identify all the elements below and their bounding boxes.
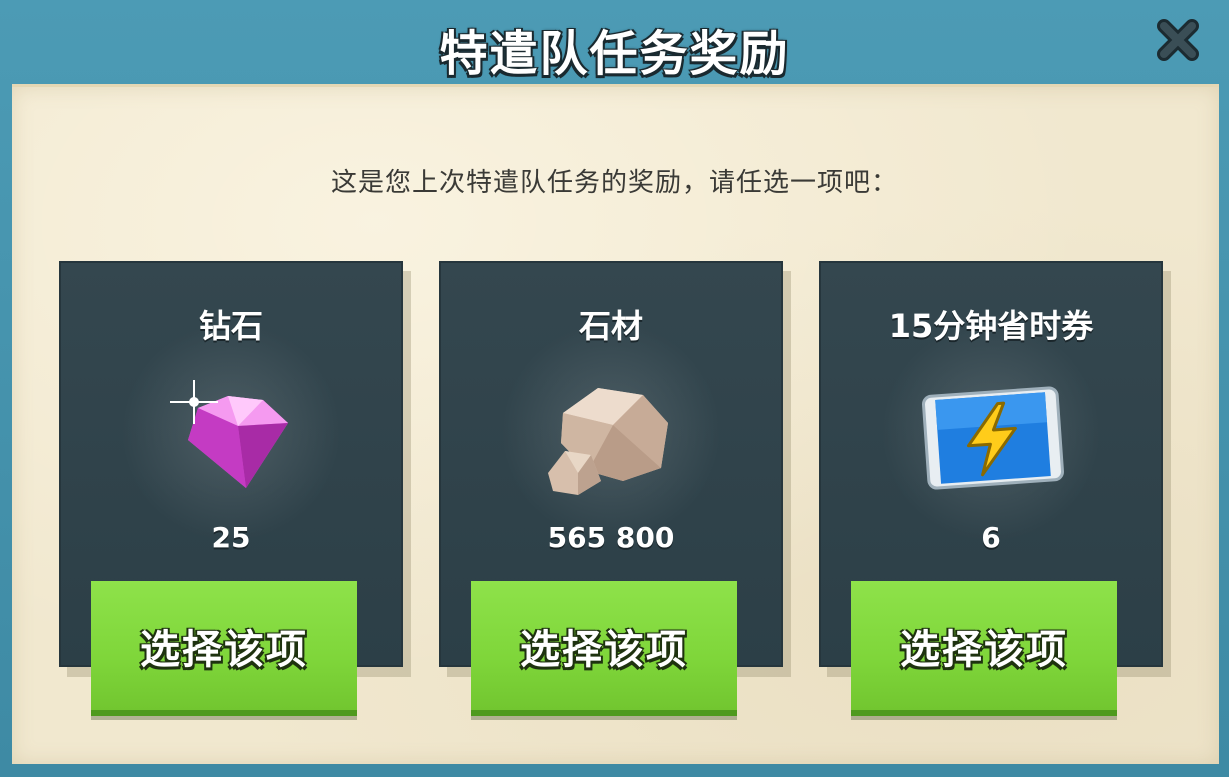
reward-amount: 25 xyxy=(211,521,251,554)
close-icon xyxy=(1157,19,1199,61)
select-stone-button[interactable]: 选择该项 xyxy=(471,581,737,716)
dialog-title: 特遣队任务奖励 xyxy=(439,26,790,82)
reward-name: 石材 xyxy=(578,307,643,345)
reward-amount: 6 xyxy=(981,521,1001,554)
reward-name: 15分钟省时券 xyxy=(888,307,1094,345)
reward-amount: 565 800 xyxy=(547,521,675,554)
time-saver-ticket-icon xyxy=(918,373,1068,503)
select-diamonds-button[interactable]: 选择该项 xyxy=(91,581,357,716)
select-time-saver-button[interactable]: 选择该项 xyxy=(851,581,1117,716)
dialog-subtitle: 这是您上次特遣队任务的奖励，请任选一项吧： xyxy=(330,168,898,198)
stone-icon xyxy=(538,373,688,503)
reward-name: 钻石 xyxy=(198,307,263,345)
close-button[interactable] xyxy=(1148,10,1208,70)
diamond-icon xyxy=(158,373,308,503)
